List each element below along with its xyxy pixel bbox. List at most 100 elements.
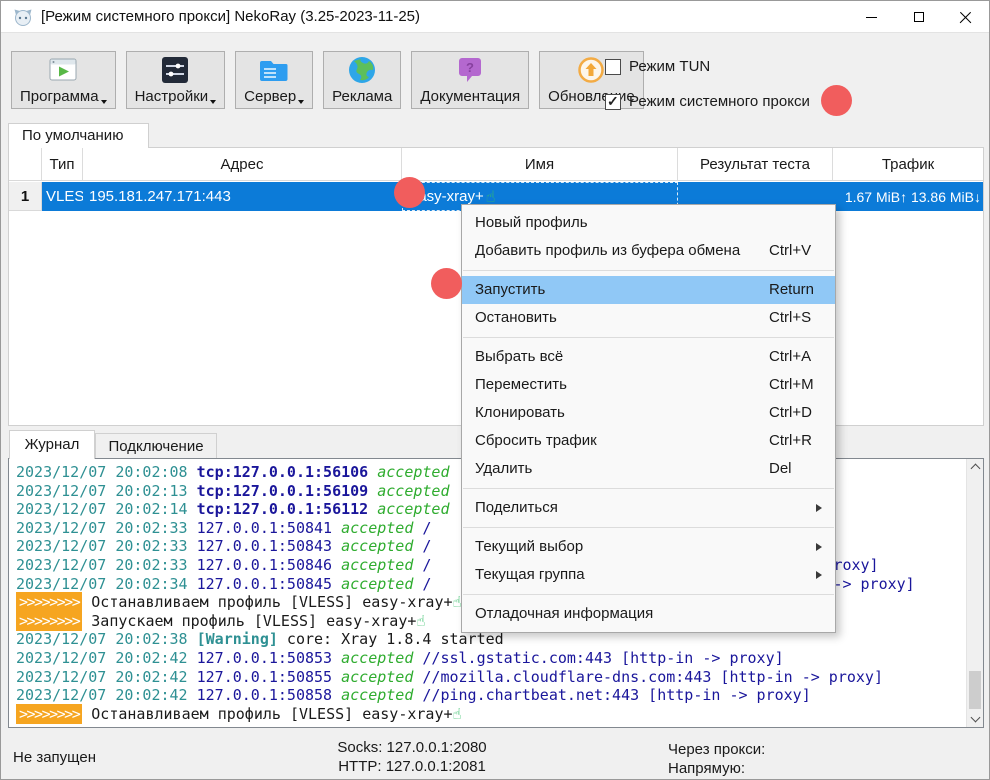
toolbar-button-label: Сервер — [244, 88, 304, 105]
menu-item-shortcut: Ctrl+D — [769, 399, 812, 427]
scrollbar-thumb[interactable] — [969, 671, 981, 709]
system-proxy-checkbox-row[interactable]: Режим системного прокси — [605, 93, 810, 110]
menu-item-label: Новый профиль — [475, 214, 588, 231]
row-type-cell[interactable]: VLESS — [42, 182, 83, 211]
svg-text:?: ? — [466, 60, 474, 75]
hand-cursor-icon: ☝ — [416, 612, 425, 630]
context-menu: Новый профиль Добавить профиль из буфера … — [461, 204, 836, 633]
menu-item-label: Остановить — [475, 309, 557, 326]
column-header-test[interactable]: Результат теста — [678, 148, 833, 180]
maximize-button[interactable] — [895, 1, 942, 33]
click-annotation-dot — [821, 85, 852, 116]
http-address: HTTP: 127.0.0.1:2081 — [301, 757, 523, 776]
column-header-traffic[interactable]: Трафик — [833, 148, 983, 180]
table-header: Тип Адрес Имя Результат теста Трафик — [9, 148, 983, 181]
system-proxy-checkbox[interactable] — [605, 94, 621, 110]
menu-item-label: Отладочная информация — [475, 605, 653, 622]
chevron-down-icon — [971, 713, 981, 723]
menu-item-label: Текущий выбор — [475, 538, 583, 555]
toolbar-button-settings[interactable]: Настройки — [126, 51, 226, 109]
toolbar-button-label: Реклама — [332, 88, 392, 105]
dropdown-arrow-icon — [210, 100, 216, 104]
click-annotation-dot — [431, 268, 462, 299]
window-title: [Режим системного прокси] NekoRay (3.25-… — [41, 8, 420, 25]
scroll-up-button[interactable] — [967, 459, 984, 475]
menu-item-shortcut: Ctrl+M — [769, 371, 814, 399]
globe-icon — [346, 54, 378, 86]
menu-separator — [463, 527, 834, 528]
row-traffic-cell[interactable]: 1.67 MiB↑ 13.86 MiB↓ — [833, 182, 983, 211]
tab-log[interactable]: Журнал — [9, 430, 95, 459]
context-menu-item-6[interactable]: Выбрать всё Ctrl+A — [462, 343, 835, 371]
program-icon — [47, 54, 79, 86]
toolbar-button-server[interactable]: Сервер — [235, 51, 313, 109]
menu-item-label: Поделиться — [475, 499, 558, 516]
menu-item-label: Добавить профиль из буфера обмена — [475, 242, 740, 259]
menu-item-shortcut: Del — [769, 455, 792, 483]
context-menu-item-8[interactable]: КлонироватьCtrl+D — [462, 399, 835, 427]
context-menu-item-1[interactable]: Добавить профиль из буфера обмена Ctrl+V — [462, 237, 835, 265]
context-menu-item-7[interactable]: ПереместитьCtrl+M — [462, 371, 835, 399]
traffic-labels: Через прокси: Напрямую: — [668, 740, 765, 778]
tab-default-group[interactable]: По умолчанию — [8, 123, 149, 148]
context-menu-item-17[interactable]: Отладочная информация — [462, 600, 835, 628]
column-header-address[interactable]: Адрес — [83, 148, 402, 180]
context-menu-item-10[interactable]: Удалить Del — [462, 455, 835, 483]
scroll-down-button[interactable] — [967, 711, 984, 727]
toolbar-button-program[interactable]: Программа — [11, 51, 116, 109]
hand-cursor-icon: ☝ — [453, 705, 462, 723]
click-annotation-dot — [394, 177, 425, 208]
log-line: 2023/12/07 20:02:42 127.0.0.1:50853 acce… — [16, 649, 966, 668]
titlebar[interactable]: [Режим системного прокси] NekoRay (3.25-… — [1, 1, 989, 33]
menu-item-shortcut: Ctrl+V — [769, 237, 811, 265]
minimize-button[interactable] — [848, 1, 895, 33]
tun-checkbox[interactable] — [605, 59, 621, 75]
toolbar-button-docs[interactable]: ? Документация — [411, 51, 529, 109]
context-menu-item-15[interactable]: Текущая группа — [462, 561, 835, 589]
app-icon — [13, 7, 33, 27]
tab-connections[interactable]: Подключение — [95, 433, 217, 459]
maximize-icon — [914, 12, 924, 22]
context-menu-item-0[interactable]: Новый профиль — [462, 209, 835, 237]
menu-item-shortcut: Return — [769, 276, 814, 304]
menu-item-label: Выбрать всё — [475, 348, 563, 365]
dropdown-arrow-icon — [298, 100, 304, 104]
menu-separator — [463, 488, 834, 489]
toolbar-button-label: Документация — [420, 88, 520, 105]
context-menu-item-14[interactable]: Текущий выбор — [462, 533, 835, 561]
close-icon — [959, 11, 972, 24]
menu-item-shortcut: Ctrl+S — [769, 304, 811, 332]
menu-item-shortcut: Ctrl+R — [769, 427, 812, 455]
context-menu-item-9[interactable]: Сбросить трафикCtrl+R — [462, 427, 835, 455]
nekoray-window: [Режим системного прокси] NekoRay (3.25-… — [0, 0, 990, 780]
log-line: 2023/12/07 20:02:42 127.0.0.1:50858 acce… — [16, 686, 966, 705]
toolbar-button-label: Настройки — [135, 88, 217, 105]
via-proxy-label: Через прокси: — [668, 740, 765, 759]
dropdown-arrow-icon — [101, 100, 107, 104]
status-bar: Не запущен Socks: 127.0.0.1:2080 HTTP: 1… — [1, 728, 989, 780]
log-line: 2023/12/07 20:02:42 127.0.0.1:50855 acce… — [16, 668, 966, 687]
row-address-cell[interactable]: 195.181.247.171:443 — [83, 182, 402, 211]
column-header-type[interactable]: Тип — [42, 148, 83, 180]
toolbar-button-globe[interactable]: Реклама — [323, 51, 401, 109]
log-scrollbar[interactable] — [966, 459, 983, 727]
context-menu-item-12[interactable]: Поделиться — [462, 494, 835, 522]
row-number-cell: 1 — [9, 182, 42, 211]
menu-separator — [463, 337, 834, 338]
tun-checkbox-row[interactable]: Режим TUN — [605, 58, 810, 75]
menu-item-label: Текущая группа — [475, 566, 585, 583]
toolbar-button-label: Программа — [20, 88, 107, 105]
close-button[interactable] — [942, 1, 989, 33]
column-header-name[interactable]: Имя — [402, 148, 678, 180]
log-line: 2023/12/07 20:02:38 [Warning] core: Xray… — [16, 630, 966, 649]
update-icon — [575, 54, 607, 86]
menu-item-label: Удалить — [475, 460, 532, 477]
direct-label: Напрямую: — [668, 759, 765, 778]
mode-checkboxes: Режим TUN Режим системного прокси — [605, 58, 810, 128]
menu-item-shortcut: Ctrl+A — [769, 343, 811, 371]
context-menu-item-3[interactable]: ЗапуститьReturn — [462, 276, 835, 304]
context-menu-item-4[interactable]: Остановить Ctrl+S — [462, 304, 835, 332]
chevron-up-icon — [971, 464, 981, 474]
submenu-arrow-icon — [816, 543, 822, 551]
menu-separator — [463, 594, 834, 595]
